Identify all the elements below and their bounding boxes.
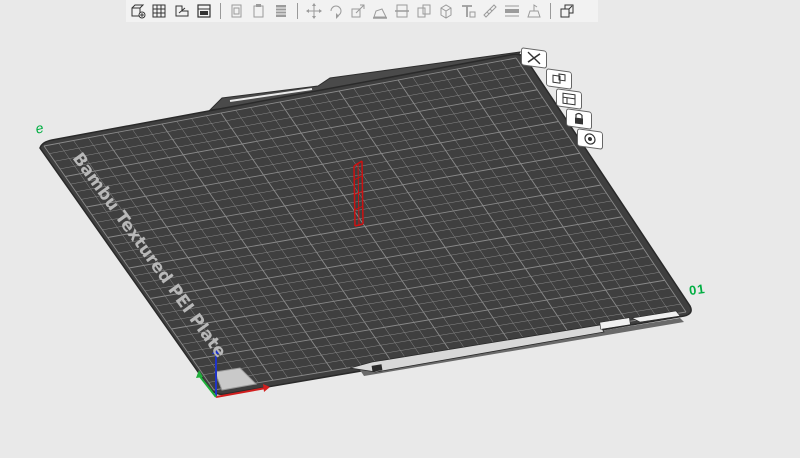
add-object-icon: [131, 4, 145, 19]
plate-view-icon: [584, 133, 596, 145]
move-button[interactable]: [304, 1, 323, 21]
layout-icon: [196, 4, 211, 18]
arrange-plate-icon: [552, 73, 566, 84]
toolbar-separator: [550, 3, 551, 19]
auto-orient-button[interactable]: [172, 1, 191, 21]
split-to-parts-button[interactable]: [436, 1, 455, 21]
plate-number: 01: [688, 280, 707, 299]
copy-button[interactable]: [227, 1, 246, 21]
arrange-icon: [152, 4, 165, 18]
text-tool-button[interactable]: [458, 1, 477, 21]
split-to-objects-icon: [417, 4, 430, 18]
plate-settings-icon: [562, 92, 576, 106]
split-to-parts-icon: [440, 4, 451, 19]
lock-plate-button[interactable]: [566, 108, 592, 130]
arrange-button[interactable]: [150, 1, 169, 21]
close-plate-icon: [527, 51, 541, 65]
support-paint-button[interactable]: [524, 1, 543, 21]
variable-layer-button[interactable]: [502, 1, 521, 21]
lock-plate-icon: [575, 112, 583, 125]
layout-button[interactable]: [194, 1, 213, 21]
variable-layer-icon: [504, 5, 519, 17]
plate-settings-button[interactable]: [556, 88, 582, 110]
rotate-button[interactable]: [326, 1, 345, 21]
scale-button[interactable]: [348, 1, 367, 21]
move-icon: [305, 3, 322, 19]
toolbar-separator: [297, 3, 298, 19]
assembly-view-button[interactable]: [557, 1, 576, 21]
cut-icon: [394, 4, 409, 18]
delete-icon: [275, 5, 286, 17]
split-to-objects-button[interactable]: [414, 1, 433, 21]
plate-corner-marker: e: [34, 119, 46, 137]
measure-icon: [482, 4, 497, 18]
3d-viewport[interactable]: e Bambu Textured PEI Plate 01: [0, 0, 800, 458]
support-paint-icon: [526, 4, 541, 18]
delete-button[interactable]: [271, 1, 290, 21]
paste-icon: [253, 4, 263, 18]
main-toolbar: [126, 0, 598, 22]
lay-on-face-button[interactable]: [370, 1, 389, 21]
scale-icon: [351, 4, 364, 18]
add-object-button[interactable]: [128, 1, 147, 21]
auto-orient-icon: [175, 5, 188, 17]
paste-button[interactable]: [249, 1, 268, 21]
cut-button[interactable]: [392, 1, 411, 21]
toolbar-separator: [220, 3, 221, 19]
text-icon: [461, 5, 475, 18]
close-plate-button[interactable]: [521, 47, 547, 69]
lay-on-face-icon: [372, 8, 387, 19]
rotate-icon: [330, 5, 341, 19]
arrange-plate-button[interactable]: [546, 68, 572, 90]
copy-icon: [231, 4, 241, 18]
plate-view-button[interactable]: [577, 128, 603, 150]
plate-scene[interactable]: e Bambu Textured PEI Plate: [0, 0, 800, 458]
measure-button[interactable]: [480, 1, 499, 21]
assembly-view-icon: [560, 4, 573, 18]
